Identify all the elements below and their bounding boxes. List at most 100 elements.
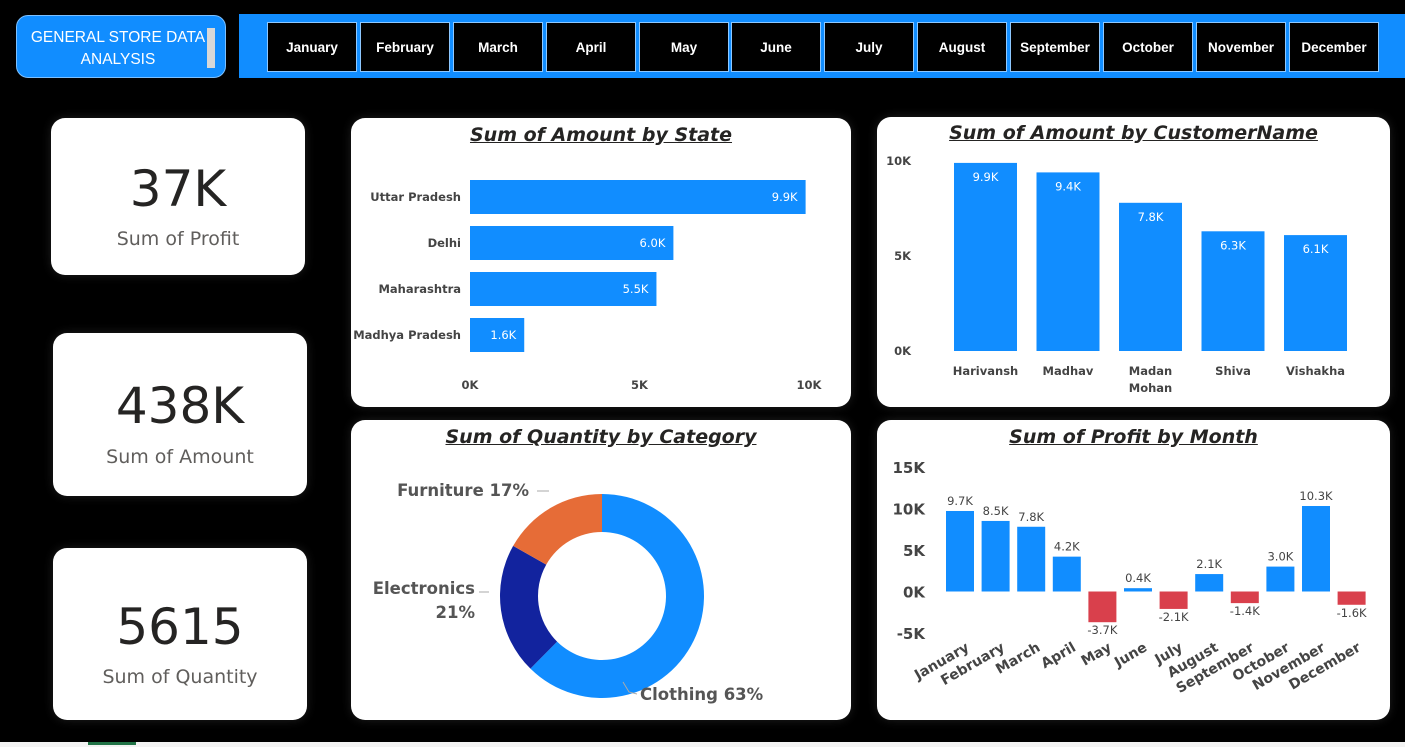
bar	[1337, 591, 1366, 605]
bottom-sheet-tab[interactable]	[88, 742, 136, 745]
month-button-november[interactable]: November	[1196, 22, 1286, 72]
bar-data-label: 7.8K	[1138, 210, 1164, 224]
donut-sublabel-electronics: 21%	[436, 603, 476, 622]
bar-data-label: 1.6K	[490, 328, 516, 342]
bar	[1119, 202, 1182, 351]
bar	[1159, 591, 1188, 609]
bar	[1052, 556, 1081, 592]
kpi-card-amount: 438K Sum of Amount	[53, 333, 307, 496]
kpi-card-quantity: 5615 Sum of Quantity	[53, 548, 307, 720]
x-category-label: June	[1111, 640, 1150, 672]
x-category-label: Harivansh	[953, 364, 1018, 378]
chart-state-svg: Uttar Pradesh 9.9K Delhi 6.0K Maharashtra 5.5…	[353, 180, 823, 392]
x-tick-label: 0K	[462, 378, 480, 392]
kpi-label-quantity: Sum of Quantity	[102, 666, 258, 688]
kpi-label-profit: Sum of Profit	[116, 228, 240, 250]
bar	[946, 510, 974, 592]
bar-data-label: 9.7K	[947, 494, 973, 508]
donut-label-furniture: Furniture 17%	[397, 481, 529, 500]
y-tick-label: 10K	[886, 154, 912, 168]
bar-data-label: -2.1K	[1159, 610, 1189, 624]
dashboard-title-line2: ANALYSIS	[80, 51, 156, 68]
bar-data-label: 0.4K	[1125, 571, 1151, 585]
bar	[1195, 574, 1224, 592]
kpi-value-quantity: 5615	[116, 598, 244, 656]
bar	[1017, 526, 1046, 592]
x-category-label: Madan	[1129, 364, 1172, 378]
donut-label-clothing: Clothing 63%	[640, 685, 764, 704]
month-button-december[interactable]: December	[1289, 22, 1379, 72]
month-button-april[interactable]: April	[546, 22, 636, 72]
bar	[1266, 566, 1295, 592]
bar-data-label: 8.5K	[983, 504, 1009, 518]
bar-data-label: 6.3K	[1220, 238, 1246, 252]
month-button-march[interactable]: March	[453, 22, 543, 72]
month-button-september[interactable]: September	[1010, 22, 1100, 72]
kpi-card-profit: 37K Sum of Profit	[51, 118, 305, 275]
dashboard-title-line1: GENERAL STORE DATA	[30, 29, 206, 46]
x-tick-label: 10K	[797, 378, 823, 392]
chart-card-state: Sum of Amount by State Uttar Pradesh 9.9K…	[351, 118, 851, 407]
month-button-august[interactable]: August	[917, 22, 1007, 72]
kpi-label-amount: Sum of Amount	[106, 446, 254, 468]
bar-data-label: 6.1K	[1303, 242, 1329, 256]
month-button-january[interactable]: January	[267, 22, 357, 72]
bar-category-label: Maharashtra	[378, 282, 461, 296]
bar-data-label: 9.4K	[1055, 179, 1081, 193]
month-button-may[interactable]: May	[639, 22, 729, 72]
kpi-value-amount: 438K	[115, 377, 245, 435]
donut-label-electronics: Electronics	[373, 579, 475, 598]
chart-card-category: Sum of Quantity by Category Furniture 17…	[351, 420, 851, 720]
bar-data-label: -3.7K	[1087, 623, 1117, 637]
bar-data-label: 9.9K	[772, 190, 798, 204]
x-category-label: May	[1079, 640, 1115, 670]
y-tick-label: 15K	[893, 459, 927, 477]
donut-slice	[500, 545, 558, 669]
bar-data-label: 9.9K	[973, 170, 999, 184]
x-tick-label: 5K	[631, 378, 649, 392]
chart-card-month-profit: Sum of Profit by Month -5K 0K 5K 10K 15K 9.7K…	[877, 420, 1390, 720]
y-tick-label: -5K	[897, 625, 927, 643]
bar-category-label: Madhya Pradesh	[353, 328, 461, 342]
y-tick-label: 10K	[893, 501, 927, 519]
y-tick-label: 0K	[894, 344, 912, 358]
x-category-label: April	[1038, 640, 1078, 673]
bar-category-label: Uttar Pradesh	[370, 190, 461, 204]
chart-card-customer: Sum of Amount by CustomerName 0K 5K 10K 9.9…	[877, 117, 1390, 407]
bar-data-label: 5.5K	[623, 282, 649, 296]
bar	[981, 520, 1010, 592]
title-scrollbar[interactable]	[207, 28, 215, 68]
y-tick-label: 0K	[903, 584, 926, 602]
month-slicer: January February March April May June Ju…	[239, 14, 1405, 78]
x-category-label: Vishakha	[1286, 364, 1345, 378]
kpi-value-profit: 37K	[129, 160, 227, 218]
bar-data-label: -1.4K	[1230, 604, 1260, 618]
bar-data-label: 7.8K	[1018, 510, 1044, 524]
month-button-june[interactable]: June	[731, 22, 821, 72]
bar	[1230, 591, 1259, 604]
bar-data-label: 3.0K	[1267, 550, 1293, 564]
x-category-label: Mohan	[1129, 381, 1172, 395]
y-tick-label: 5K	[894, 249, 912, 263]
bar-data-label: 4.2K	[1054, 540, 1080, 554]
bar-category-label: Delhi	[428, 236, 461, 250]
bar	[954, 162, 1017, 351]
bar	[470, 180, 806, 214]
bottom-strip	[0, 742, 1405, 747]
chart-category-svg: Furniture 17% Electronics 21% Clothing 63%	[373, 481, 764, 704]
bar	[1088, 591, 1117, 623]
bar-data-label: 2.1K	[1196, 557, 1222, 571]
x-category-label: Madhav	[1043, 364, 1094, 378]
chart-month-profit-svg: -5K0K5K10K15K9.7KJanuary8.5KFebruary7.8K…	[893, 459, 1368, 697]
dashboard-title-box: GENERAL STORE DATA ANALYSIS	[16, 15, 226, 78]
bar	[1302, 506, 1330, 592]
bar-data-label: 6.0K	[640, 236, 666, 250]
bar-data-label: 10.3K	[1299, 489, 1333, 503]
x-category-label: Shiva	[1215, 364, 1251, 378]
y-tick-label: 5K	[903, 542, 926, 560]
bar	[1124, 588, 1152, 592]
month-button-february[interactable]: February	[360, 22, 450, 72]
bar	[1036, 172, 1100, 351]
month-button-july[interactable]: July	[824, 22, 914, 72]
month-button-october[interactable]: October	[1103, 22, 1193, 72]
